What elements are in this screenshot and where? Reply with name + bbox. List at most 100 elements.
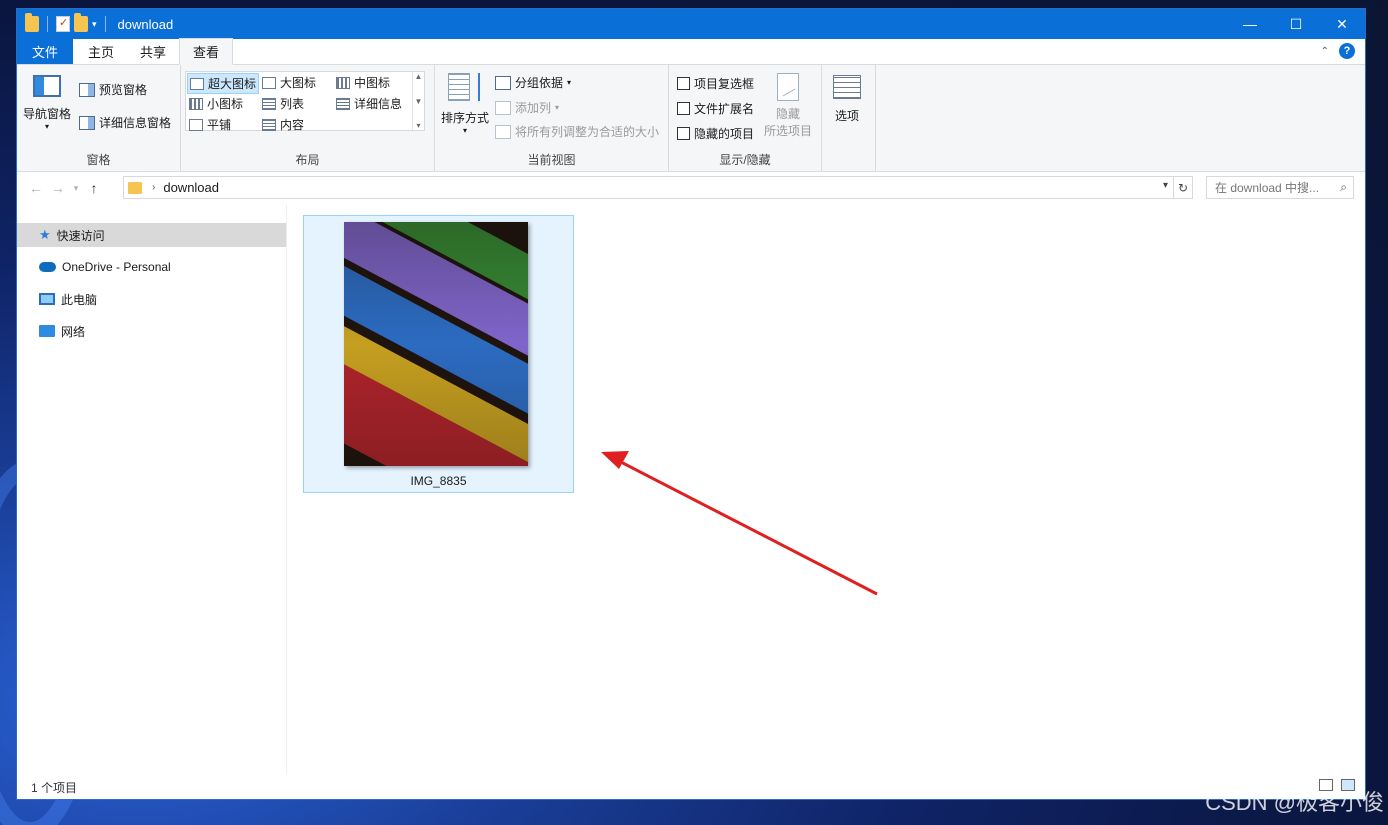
- layout-gallery-scroller[interactable]: ▲ ▼ ▾: [412, 72, 424, 130]
- layout-large-icons[interactable]: 大图标: [262, 74, 316, 91]
- group-by-button[interactable]: 分组依据 ▾: [495, 74, 571, 91]
- options-button[interactable]: 选项: [833, 75, 861, 124]
- show-hide-group: 项目复选框 文件扩展名 隐藏的项目 隐藏 所选项目 显示/隐藏: [669, 65, 822, 172]
- layout-small-icons[interactable]: 小图标: [189, 95, 243, 112]
- window-title: download: [117, 16, 174, 32]
- tab-home[interactable]: 主页: [75, 39, 127, 64]
- breadcrumb-chevron-icon[interactable]: ›: [152, 182, 155, 193]
- recent-locations-icon[interactable]: ▾: [69, 183, 83, 194]
- nav-item-quick-access[interactable]: ★ 快速访问: [17, 223, 286, 247]
- current-view-group: 排序方式 ▾ 分组依据 ▾ 添加列 ▾ 将所有列调整为合适的大小 当前视图: [435, 65, 669, 172]
- size-all-columns-button[interactable]: 将所有列调整为合适的大小: [495, 123, 659, 140]
- small-icons-icon: [189, 97, 203, 110]
- forward-arrow-icon[interactable]: →: [47, 180, 69, 196]
- maximize-button[interactable]: ☐: [1273, 9, 1319, 39]
- details-pane-button[interactable]: 详细信息窗格: [79, 114, 171, 131]
- quick-access-toolbar: ▾: [17, 9, 110, 39]
- ribbon-tabs: 文件 主页 共享 查看 ⌃ ?: [17, 38, 1365, 65]
- options-group: 选项: [822, 65, 876, 172]
- help-icon[interactable]: ?: [1339, 43, 1355, 59]
- collapse-ribbon-icon[interactable]: ⌃: [1321, 46, 1329, 57]
- navigation-pane-icon: [33, 75, 61, 97]
- hide-selected-items-button[interactable]: 隐藏 所选项目: [764, 73, 812, 139]
- address-bar-row: ← → ▾ ↑ › download ▾ ↻ 在 download 中搜... …: [17, 172, 1365, 204]
- minimize-button[interactable]: —: [1227, 9, 1273, 39]
- close-button[interactable]: ✕: [1319, 9, 1365, 39]
- search-icon: ⌕: [1340, 180, 1347, 194]
- layout-extra-large-icons[interactable]: 超大图标: [187, 73, 260, 94]
- hidden-items-toggle[interactable]: 隐藏的项目: [677, 125, 754, 142]
- search-input[interactable]: 在 download 中搜... ⌕: [1206, 176, 1354, 199]
- arrow-shaft: [616, 458, 878, 596]
- extra-large-icons-icon: [190, 77, 204, 90]
- tiles-icon: [189, 118, 203, 131]
- layout-tiles[interactable]: 平铺: [189, 116, 231, 133]
- search-placeholder: 在 download 中搜...: [1215, 181, 1320, 195]
- preview-pane-button[interactable]: 预览窗格: [79, 81, 147, 98]
- watermark: CSDN @极客小俊: [1205, 790, 1384, 815]
- group-label: 当前视图: [527, 153, 576, 167]
- group-label: 布局: [295, 153, 320, 167]
- chevron-down-icon: ▾: [567, 78, 572, 87]
- nav-item-onedrive[interactable]: OneDrive - Personal: [17, 255, 286, 279]
- add-columns-button[interactable]: 添加列 ▾: [495, 99, 559, 116]
- scroll-up-icon[interactable]: ▲: [415, 72, 423, 81]
- layout-medium-icons[interactable]: 中图标: [336, 74, 390, 91]
- nav-item-this-pc[interactable]: 此电脑: [17, 287, 286, 311]
- customize-toolbar-dropdown-icon[interactable]: ▾: [92, 19, 97, 30]
- checkbox[interactable]: [677, 102, 690, 115]
- file-explorer-window: ▾ download — ☐ ✕ 文件 主页 共享 查看 ⌃ ? 导航窗格 ▾: [16, 8, 1366, 800]
- content-icon: [262, 118, 276, 131]
- large-icons-icon: [262, 76, 276, 89]
- scroll-down-icon[interactable]: ▼: [415, 97, 423, 106]
- add-columns-icon: [495, 100, 511, 115]
- options-label: 选项: [834, 109, 859, 123]
- properties-icon[interactable]: [56, 16, 70, 32]
- arrow-head: [601, 451, 629, 469]
- checkbox[interactable]: [677, 77, 690, 90]
- group-label: 窗格: [86, 153, 111, 167]
- navigation-pane-button[interactable]: 导航窗格 ▾: [23, 75, 71, 131]
- folder-icon: [25, 13, 39, 32]
- refresh-icon[interactable]: ↻: [1173, 176, 1193, 199]
- address-dropdown-icon[interactable]: ▾: [1163, 180, 1168, 191]
- sort-by-button[interactable]: 排序方式 ▾: [441, 73, 489, 135]
- group-label: 显示/隐藏: [719, 153, 771, 167]
- layout-details[interactable]: 详细信息: [336, 95, 402, 112]
- sort-icon: [448, 73, 482, 103]
- nav-item-network[interactable]: 网络: [17, 319, 286, 343]
- status-bar: 1 个项目: [17, 775, 1365, 799]
- chevron-down-icon: ▾: [45, 122, 50, 131]
- divider: [104, 16, 106, 32]
- details-pane-icon: [79, 115, 95, 130]
- medium-icons-icon: [336, 76, 350, 89]
- sort-by-label: 排序方式: [441, 111, 490, 125]
- checkbox[interactable]: [677, 127, 690, 140]
- address-bar[interactable]: › download ▾ ↻: [123, 176, 1193, 199]
- layout-gallery: 超大图标 大图标 中图标 小图标 列表 详细信息 平铺 内容 ▲ ▼ ▾: [185, 71, 425, 133]
- ribbon: 导航窗格 ▾ 预览窗格 详细信息窗格 窗格 超大图标 大图标 中图标 小图标 列…: [17, 65, 1365, 172]
- computer-icon: [39, 293, 55, 305]
- tab-file[interactable]: 文件: [17, 39, 73, 64]
- item-count: 1 个项目: [31, 780, 78, 795]
- expand-gallery-icon[interactable]: ▾: [416, 121, 420, 130]
- list-icon: [262, 97, 276, 110]
- breadcrumb[interactable]: download: [163, 180, 219, 195]
- item-checkboxes-label: 项目复选框: [694, 77, 755, 91]
- red-annotation-arrow: [601, 451, 878, 596]
- layout-list[interactable]: 列表: [262, 95, 304, 112]
- back-arrow-icon[interactable]: ←: [25, 180, 47, 196]
- tab-share[interactable]: 共享: [127, 39, 179, 64]
- size-columns-icon: [495, 124, 511, 139]
- item-checkboxes-toggle[interactable]: 项目复选框: [677, 75, 754, 92]
- main-area: ★ 快速访问 OneDrive - Personal 此电脑 网络 IMG_88…: [17, 205, 1365, 775]
- details-icon: [336, 97, 350, 110]
- file-extensions-toggle[interactable]: 文件扩展名: [677, 100, 754, 117]
- tab-view[interactable]: 查看: [179, 38, 234, 65]
- network-icon: [39, 325, 55, 337]
- up-arrow-icon[interactable]: ↑: [83, 180, 105, 196]
- new-folder-icon[interactable]: [74, 13, 88, 32]
- hide-selected-label-1: 隐藏: [776, 107, 801, 121]
- layout-content[interactable]: 内容: [262, 116, 304, 133]
- divider: [47, 16, 48, 32]
